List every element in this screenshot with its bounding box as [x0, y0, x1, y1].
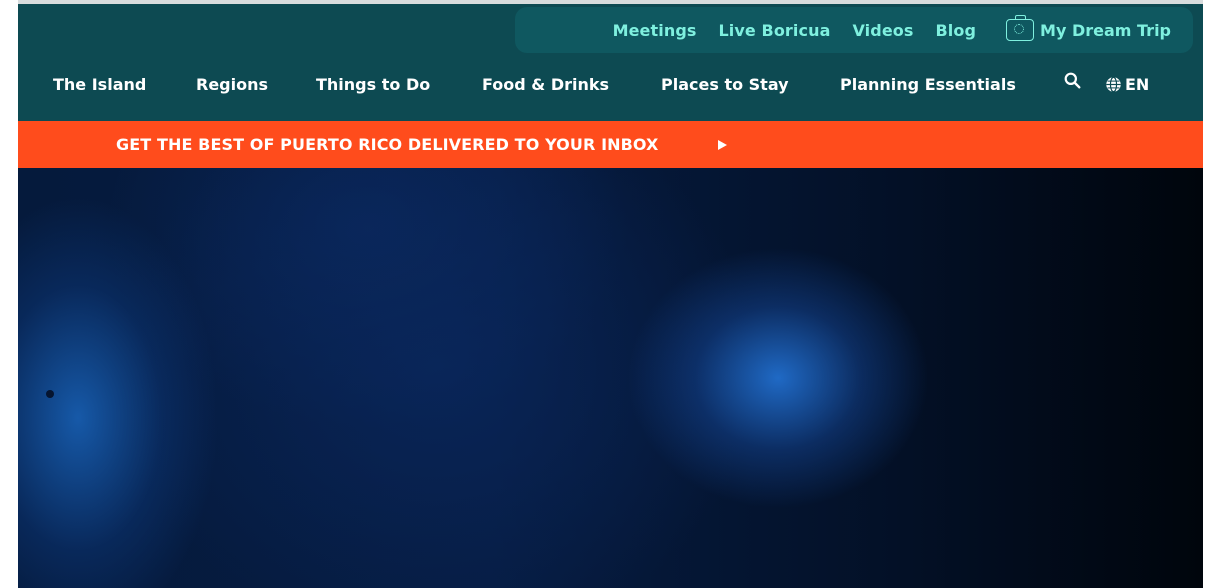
- page: Meetings Live Boricua Videos Blog My Dre…: [18, 0, 1203, 588]
- hero-image: [18, 168, 1203, 588]
- my-dream-trip-link[interactable]: My Dream Trip: [1006, 15, 1171, 41]
- utility-link-live-boricua[interactable]: Live Boricua: [719, 21, 831, 40]
- utility-link-meetings[interactable]: Meetings: [613, 21, 697, 40]
- main-nav: The Island Regions Things to Do Food & D…: [18, 64, 1203, 104]
- utility-link-videos[interactable]: Videos: [852, 21, 913, 40]
- utility-link-blog[interactable]: Blog: [936, 21, 977, 40]
- nav-item-the-island[interactable]: The Island: [53, 75, 146, 94]
- globe-icon: [1106, 76, 1121, 92]
- suitcase-icon: [1006, 15, 1035, 41]
- my-dream-trip-label: My Dream Trip: [1040, 20, 1171, 40]
- nav-item-things-to-do[interactable]: Things to Do: [316, 75, 430, 94]
- nav-item-places-to-stay[interactable]: Places to Stay: [661, 75, 789, 94]
- play-arrow-icon: [718, 140, 727, 150]
- nav-item-regions[interactable]: Regions: [196, 75, 268, 94]
- site-header: Meetings Live Boricua Videos Blog My Dre…: [18, 4, 1203, 121]
- search-icon[interactable]: [1064, 72, 1081, 89]
- promo-text[interactable]: GET THE BEST OF PUERTO RICO DELIVERED TO…: [116, 135, 658, 154]
- hero-speck: [46, 390, 54, 398]
- language-selector[interactable]: EN: [1105, 64, 1149, 104]
- utility-nav: Meetings Live Boricua Videos Blog My Dre…: [515, 7, 1193, 53]
- nav-item-food-drinks[interactable]: Food & Drinks: [482, 75, 609, 94]
- language-label: EN: [1125, 74, 1150, 94]
- nav-item-planning-essentials[interactable]: Planning Essentials: [840, 75, 1016, 94]
- newsletter-promo-banner[interactable]: GET THE BEST OF PUERTO RICO DELIVERED TO…: [18, 121, 1203, 168]
